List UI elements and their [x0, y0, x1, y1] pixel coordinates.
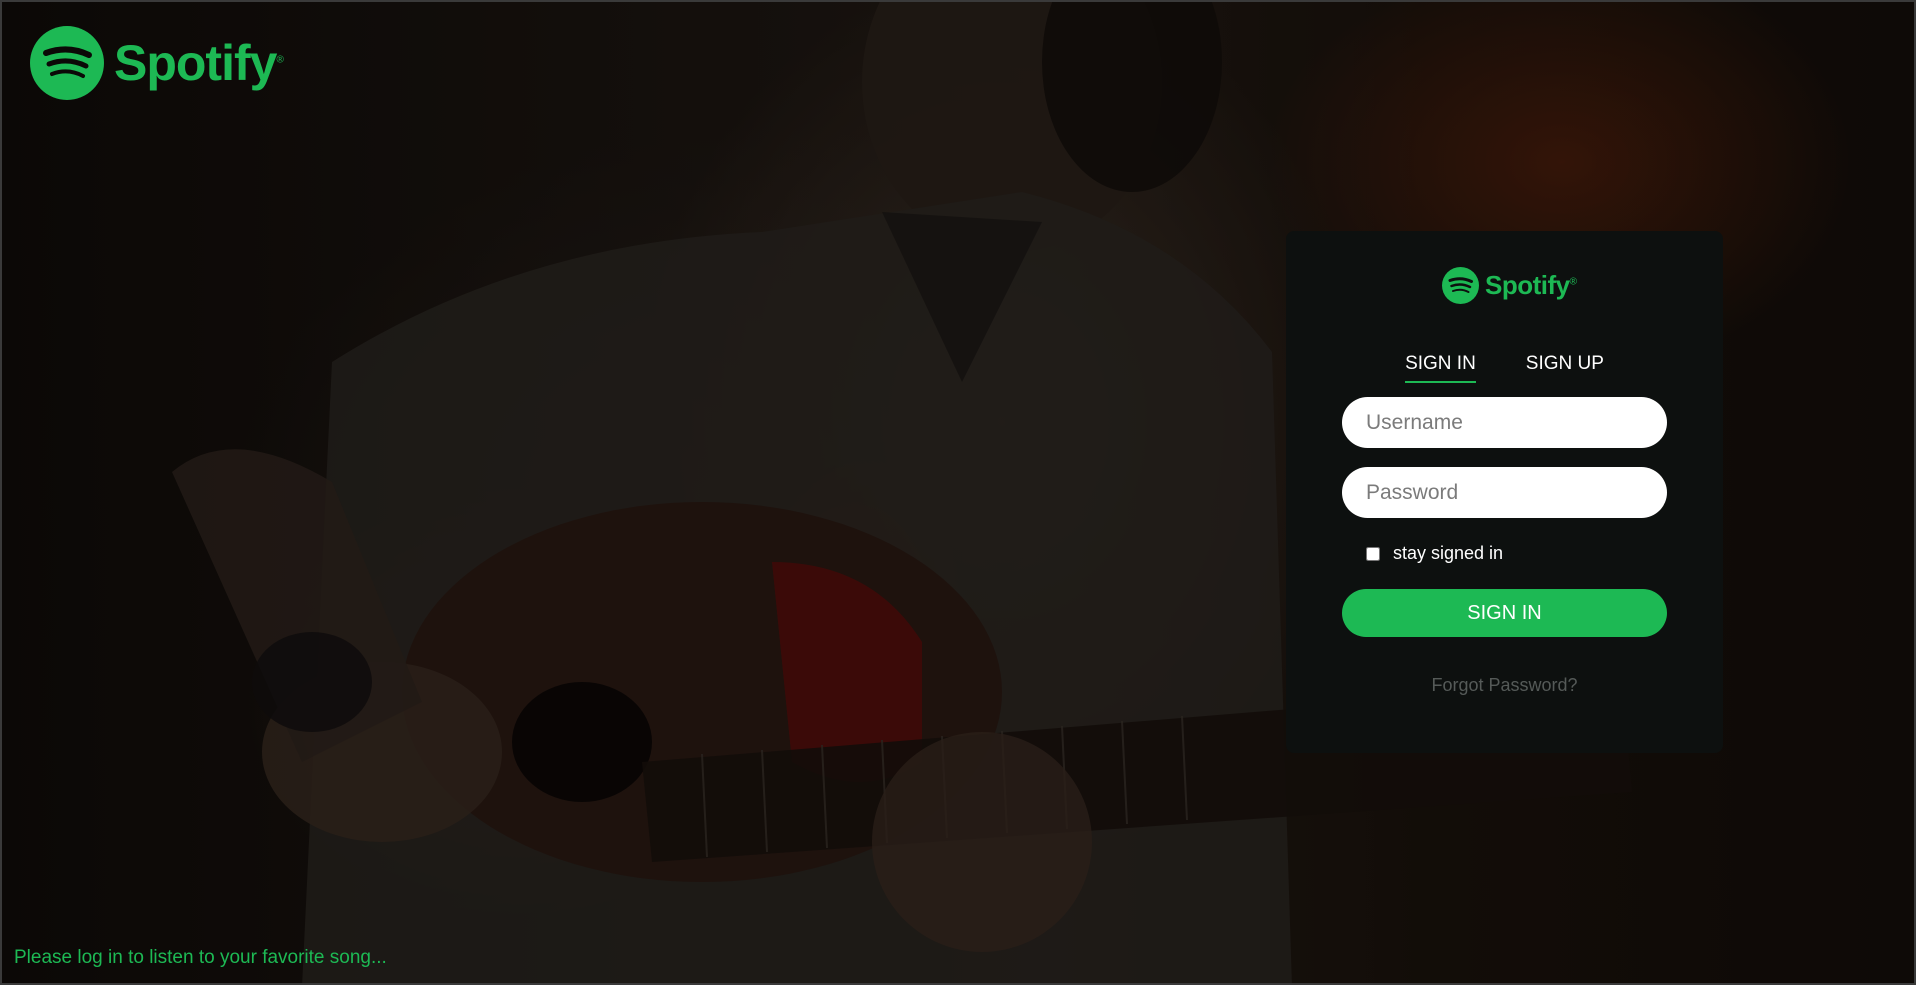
stay-signed-in-checkbox[interactable] [1366, 546, 1380, 561]
sign-in-button[interactable]: SIGN IN [1342, 589, 1667, 637]
tab-sign-up[interactable]: SIGN UP [1526, 353, 1604, 383]
tab-sign-in[interactable]: SIGN IN [1405, 353, 1476, 383]
spotify-logo-icon [1442, 267, 1479, 304]
spotify-logo-icon [30, 26, 104, 100]
header-logo[interactable]: Spotify® [30, 26, 284, 100]
forgot-password-link[interactable]: Forgot Password? [1286, 675, 1723, 696]
password-input[interactable] [1342, 467, 1667, 518]
login-prompt-message: Please log in to listen to your favorite… [14, 947, 387, 968]
card-logo: Spotify® [1442, 267, 1577, 304]
username-input[interactable] [1342, 397, 1667, 448]
login-page: Spotify® Spotify® SIGN IN SIGN UP stay s… [0, 0, 1916, 985]
stay-signed-in-option[interactable]: stay signed in [1366, 543, 1503, 564]
brand-wordmark: Spotify® [114, 35, 284, 91]
auth-tabs: SIGN IN SIGN UP [1286, 353, 1723, 383]
stay-signed-in-label: stay signed in [1393, 543, 1504, 563]
login-card: Spotify® SIGN IN SIGN UP stay signed in … [1286, 231, 1723, 753]
card-wordmark: Spotify® [1485, 270, 1577, 300]
